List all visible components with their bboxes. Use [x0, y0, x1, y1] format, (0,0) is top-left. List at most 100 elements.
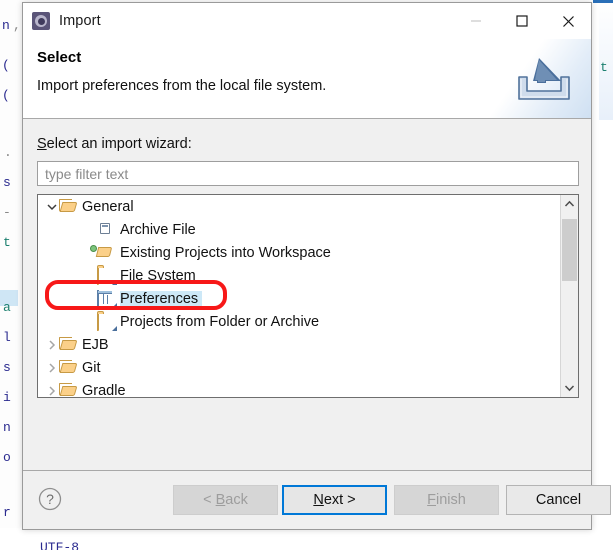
header-banner [481, 39, 591, 118]
tree-twisty-placeholder [82, 218, 97, 241]
cancel-button[interactable]: Cancel [506, 485, 611, 515]
wizard-label-mnemonic: S [37, 136, 47, 152]
editor-code-fragment: t [3, 235, 11, 250]
editor-left-strip [0, 0, 22, 550]
editor-status-bar [0, 528, 613, 550]
dialog-footer: ? < Back Next > Finish Cancel [23, 470, 611, 529]
tree-item[interactable]: EJB [38, 333, 559, 356]
wizard-tree[interactable]: General Archive File Existing Projects int… [37, 194, 579, 398]
tree-item-label: Archive File [120, 221, 196, 238]
button-mnemonic: N [313, 492, 324, 508]
close-button[interactable] [545, 3, 591, 39]
editor-code-fragment: t [600, 60, 608, 75]
folder-icon [97, 266, 117, 285]
editor-code-fragment: ( [2, 58, 10, 73]
editor-code-fragment: s [3, 360, 11, 375]
twisty-collapsed-icon [48, 385, 55, 396]
editor-code-fragment: l [3, 330, 11, 345]
import-tray-icon [518, 58, 570, 100]
tree-item-label: Preferences [120, 290, 203, 307]
tree-item[interactable]: Archive File [38, 218, 559, 241]
editor-accent-line [593, 0, 613, 3]
dialog-title: Import [59, 13, 101, 29]
scrollbar-thumb[interactable] [562, 219, 577, 281]
dialog-body: Select an import wizard: General Archive … [23, 119, 591, 470]
editor-code-fragment: i [3, 390, 11, 405]
tree-twisty-placeholder [82, 310, 97, 333]
existing-projects-icon [97, 245, 115, 261]
dialog-header: Select Import preferences from the local… [23, 39, 591, 119]
button-label: Finish [427, 492, 466, 508]
next-button[interactable]: Next > [282, 485, 387, 515]
screenshot-root: n,((.s-talsinortUTF-8 Import [0, 0, 613, 550]
tree-twisty-toggle[interactable] [44, 356, 59, 379]
scroll-up-button[interactable] [561, 195, 578, 213]
editor-code-fragment: , [13, 18, 21, 33]
back-button: < Back [173, 485, 278, 515]
tree-item[interactable]: Preferences [38, 287, 559, 310]
minimize-icon [471, 20, 481, 22]
wizard-label: Select an import wizard: [37, 136, 192, 152]
button-mnemonic: F [427, 492, 437, 508]
editor-code-fragment: n [2, 18, 10, 33]
folder-open-icon [59, 383, 77, 398]
tree-item[interactable]: Projects from Folder or Archive [38, 310, 559, 333]
button-label: Cancel [535, 492, 582, 508]
scroll-down-button[interactable] [561, 379, 578, 397]
tree-item[interactable]: Gradle [38, 379, 559, 397]
twisty-collapsed-icon [48, 362, 55, 373]
editor-code-fragment: . [4, 145, 12, 160]
page-description: Import preferences from the local file s… [37, 78, 327, 94]
twisty-expanded-icon [46, 203, 57, 210]
folder-open-icon [59, 337, 77, 353]
chevron-down-icon [564, 385, 575, 392]
tree-twisty-toggle[interactable] [44, 379, 59, 397]
tree-item-label: EJB [82, 336, 109, 353]
filter-input[interactable] [37, 161, 579, 186]
maximize-button[interactable] [499, 3, 545, 39]
page-title: Select [37, 49, 82, 66]
window-controls [453, 3, 591, 39]
editor-code-fragment: UTF-8 [40, 540, 80, 550]
tree-item[interactable]: Existing Projects into Workspace [38, 241, 559, 264]
tree-item[interactable]: Git [38, 356, 559, 379]
dialog-titlebar[interactable]: Import [23, 3, 591, 39]
preferences-icon [97, 289, 117, 308]
tree-twisty-toggle[interactable] [44, 333, 59, 356]
maximize-icon [516, 15, 528, 27]
tree-twisty-placeholder [82, 287, 97, 310]
scrollbar-track[interactable] [561, 213, 578, 379]
svg-text:?: ? [46, 491, 54, 507]
button-label: < Back [203, 492, 248, 508]
twisty-collapsed-icon [48, 339, 55, 350]
tree-item[interactable]: General [38, 195, 559, 218]
tree-twisty-placeholder [82, 264, 97, 287]
folder-icon [97, 312, 117, 331]
folder-open-icon [59, 199, 77, 215]
help-question-icon: ? [38, 487, 62, 511]
editor-code-fragment: s [3, 175, 11, 190]
chevron-up-icon [564, 200, 575, 207]
help-button[interactable]: ? [37, 486, 63, 512]
folder-open-icon [59, 360, 77, 376]
tree-item-label: Existing Projects into Workspace [120, 244, 331, 261]
editor-code-fragment: ( [2, 88, 10, 103]
button-label: Next > [313, 492, 356, 508]
editor-code-fragment: a [3, 300, 11, 315]
tree-twisty-toggle[interactable] [44, 195, 59, 218]
tree-item-label: Git [82, 359, 101, 376]
finish-button: Finish [394, 485, 499, 515]
editor-code-fragment: r [3, 505, 11, 520]
wizard-label-rest: elect an import wizard: [46, 136, 192, 152]
wizard-tree-rows: General Archive File Existing Projects int… [38, 195, 559, 397]
editor-code-fragment: - [3, 205, 11, 220]
tree-vertical-scrollbar[interactable] [560, 195, 578, 397]
tree-item-label: Gradle [82, 382, 126, 398]
tree-item[interactable]: File System [38, 264, 559, 287]
editor-code-fragment: o [3, 450, 11, 465]
import-wizard-icon [32, 12, 50, 30]
button-mnemonic: B [215, 492, 226, 508]
archive-file-icon [97, 222, 115, 238]
editor-code-fragment: n [3, 420, 11, 435]
minimize-button[interactable] [453, 3, 499, 39]
